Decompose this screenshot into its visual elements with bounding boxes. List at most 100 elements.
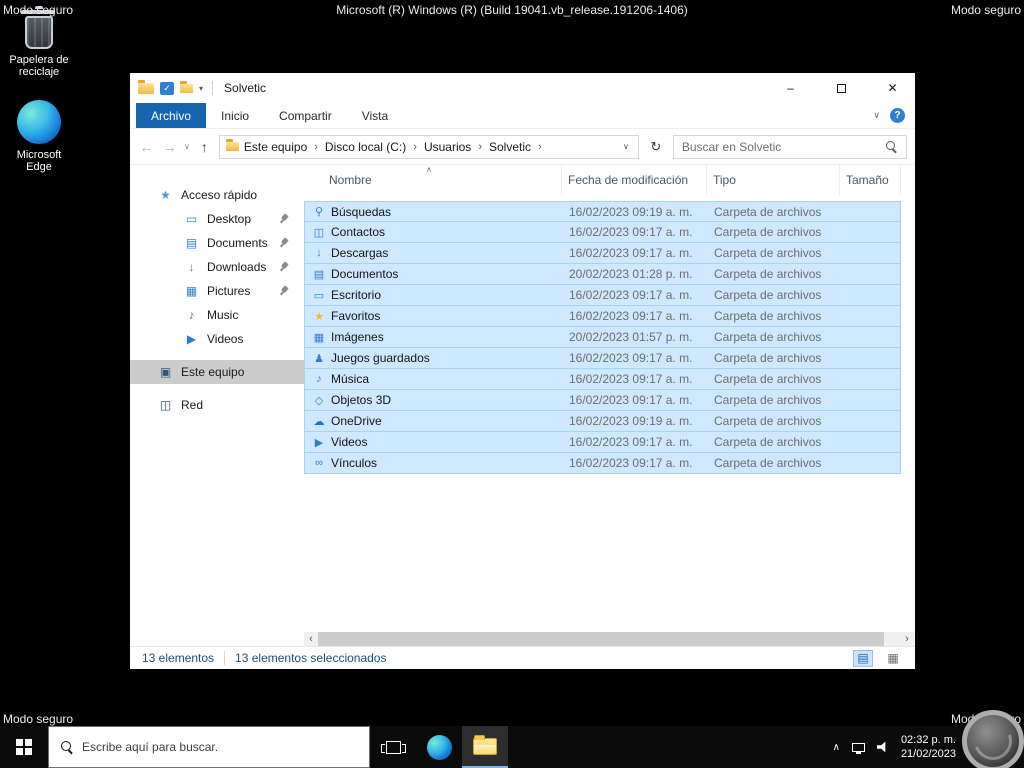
- address-bar[interactable]: Este equipo › Disco local (C:) › Usuarios › So…: [218, 134, 639, 159]
- breadcrumb-segment[interactable]: Disco local (C:): [320, 140, 411, 154]
- column-header-nombre[interactable]: Nombre: [304, 165, 562, 195]
- task-view-button[interactable]: [370, 726, 416, 768]
- search-box[interactable]: [672, 134, 907, 159]
- tab-vista[interactable]: Vista: [347, 103, 403, 128]
- sidebar-item-documents[interactable]: ▤ Documents: [130, 231, 304, 255]
- start-button[interactable]: [0, 726, 48, 768]
- sidebar-item-red[interactable]: ◫ Red: [130, 393, 304, 417]
- address-dropdown-icon[interactable]: ∨: [620, 142, 632, 151]
- tab-archivo[interactable]: Archivo: [136, 103, 207, 128]
- tab-inicio[interactable]: Inicio: [206, 103, 264, 128]
- breadcrumb-segment[interactable]: Solvetic: [484, 140, 536, 154]
- searches-folder-icon: ⚲: [314, 206, 324, 218]
- music-folder-icon: ♪: [188, 308, 195, 322]
- file-type: Carpeta de archivos: [714, 309, 822, 323]
- file-row[interactable]: ↓ Descargas 16/02/2023 09:17 a. m. Carpeta …: [304, 243, 901, 264]
- sidebar-item-label: Music: [207, 308, 239, 322]
- up-button[interactable]: ↑: [196, 139, 213, 155]
- tab-compartir[interactable]: Compartir: [264, 103, 347, 128]
- expand-ribbon-icon[interactable]: ∨: [873, 110, 880, 121]
- taskbar-edge-button[interactable]: [416, 726, 462, 768]
- column-header-tipo[interactable]: Tipo: [707, 165, 840, 195]
- sidebar-item-este-equipo[interactable]: ▣ Este equipo: [130, 360, 304, 384]
- file-row[interactable]: ▦ Imágenes 20/02/2023 01:57 p. m. Carpeta d…: [304, 327, 901, 348]
- back-button[interactable]: ←: [138, 139, 155, 155]
- scrollbar-thumb[interactable]: [318, 632, 884, 646]
- sidebar-item-label: Pictures: [207, 284, 251, 298]
- file-row[interactable]: ☁ OneDrive 16/02/2023 09:19 a. m. Carpeta d…: [304, 411, 901, 432]
- edge-icon: [426, 734, 452, 760]
- file-name: Documentos: [331, 267, 399, 281]
- sidebar-item-label: Desktop: [207, 212, 252, 226]
- file-modified: 20/02/2023 01:28 p. m.: [569, 267, 693, 281]
- forward-button[interactable]: →: [161, 139, 178, 155]
- file-row[interactable]: ♪ Música 16/02/2023 09:17 a. m. Carpeta de …: [304, 369, 901, 390]
- file-row[interactable]: ◇ Objetos 3D 16/02/2023 09:17 a. m. Carpeta…: [304, 390, 901, 411]
- taskbar-search-input[interactable]: [82, 740, 357, 754]
- large-icons-view-button[interactable]: ▦: [883, 650, 903, 667]
- close-button[interactable]: ✕: [870, 73, 915, 103]
- file-row[interactable]: ★ Favoritos 16/02/2023 09:17 a. m. Carpeta …: [304, 306, 901, 327]
- scrollbar-track[interactable]: [318, 632, 900, 646]
- file-name: Juegos guardados: [331, 351, 430, 365]
- sidebar-item-downloads[interactable]: ↓ Downloads: [130, 255, 304, 279]
- volume-icon[interactable]: [876, 741, 886, 753]
- history-dropdown-icon[interactable]: ∨: [184, 142, 190, 151]
- navigation-bar: ← → ∨ ↑ Este equipo › Disco local (C:) › Usu…: [130, 129, 915, 165]
- show-hidden-icons-chevron[interactable]: ∧: [833, 742, 840, 753]
- quick-access-dropdown-icon[interactable]: ▾: [199, 84, 203, 93]
- address-folder-icon: [225, 139, 239, 151]
- desktop-icon-label: Papelera de reciclaje: [9, 54, 69, 78]
- file-type: Carpeta de archivos: [714, 330, 822, 344]
- taskbar-search[interactable]: [48, 726, 370, 768]
- column-headers: Nombre Fecha de modificación Tipo Tamaño: [304, 165, 915, 195]
- 3d-objects-folder-icon: ◇: [314, 394, 324, 407]
- file-name: Contactos: [331, 225, 386, 239]
- desktop-icon-microsoft-edge[interactable]: Microsoft Edge: [3, 100, 75, 173]
- ribbon-tabs: Archivo Inicio Compartir Vista: [136, 103, 403, 128]
- search-input[interactable]: [681, 139, 880, 154]
- file-row[interactable]: ♟ Juegos guardados 16/02/2023 09:17 a. m. C…: [304, 348, 901, 369]
- sidebar-item-music[interactable]: ♪ Music: [130, 303, 304, 327]
- sidebar-item-pictures[interactable]: ▦ Pictures: [130, 279, 304, 303]
- breadcrumb-segment[interactable]: Usuarios: [419, 140, 476, 154]
- item-count: 13 elementos: [142, 651, 215, 665]
- horizontal-scrollbar[interactable]: ‹ ›: [304, 632, 914, 646]
- breadcrumb-segment[interactable]: Este equipo: [239, 140, 312, 154]
- onedrive-folder-icon: ☁: [313, 415, 325, 428]
- file-row[interactable]: ▶ Videos 16/02/2023 09:17 a. m. Carpeta de …: [304, 432, 901, 453]
- breadcrumb-chevron-icon[interactable]: ›: [476, 141, 484, 153]
- network-tray-icon[interactable]: [851, 742, 865, 754]
- sidebar-item-desktop[interactable]: ▭ Desktop: [130, 207, 304, 231]
- file-row[interactable]: ◫ Contactos 16/02/2023 09:17 a. m. Carpeta …: [304, 222, 901, 243]
- breadcrumb-chevron-icon[interactable]: ›: [312, 141, 320, 153]
- sidebar-item-videos[interactable]: ▶ Videos: [130, 327, 304, 351]
- column-header-fecha-de-modificación[interactable]: Fecha de modificación: [562, 165, 707, 195]
- file-row[interactable]: ▭ Escritorio 16/02/2023 09:17 a. m. Carpeta…: [304, 285, 901, 306]
- taskbar-explorer-button[interactable]: [462, 726, 508, 768]
- maximize-button[interactable]: [819, 73, 864, 103]
- sort-ascending-icon[interactable]: ∧: [426, 165, 432, 174]
- sidebar-item-acceso-rápido[interactable]: ★ Acceso rápido: [130, 183, 304, 207]
- help-icon[interactable]: ?: [890, 108, 905, 123]
- minimize-button[interactable]: –: [768, 73, 813, 103]
- title-bar[interactable]: ✓ ▾ Solvetic – ✕: [130, 73, 915, 103]
- file-row[interactable]: ▤ Documentos 20/02/2023 01:28 p. m. Carpeta…: [304, 264, 901, 285]
- quick-access-properties-icon[interactable]: ✓: [160, 81, 174, 95]
- desktop: Modo seguro Modo seguro Microsoft (R) Wi…: [0, 0, 1024, 768]
- breadcrumb-chevron-icon[interactable]: ›: [536, 141, 544, 153]
- file-type: Carpeta de archivos: [714, 204, 822, 219]
- breadcrumb-chevron-icon[interactable]: ›: [411, 141, 419, 153]
- details-view-button[interactable]: ▤: [853, 649, 873, 667]
- file-row[interactable]: ∞ Vínculos 16/02/2023 09:17 a. m. Carpeta d…: [304, 453, 901, 474]
- scroll-right-icon[interactable]: ›: [900, 632, 914, 646]
- desktop-icon-recycle-bin[interactable]: Papelera de reciclaje: [3, 6, 75, 78]
- column-header-tamaño[interactable]: Tamaño: [840, 165, 901, 195]
- file-row[interactable]: ⚲ Búsquedas 16/02/2023 09:19 a. m. Carpeta …: [304, 201, 901, 222]
- refresh-button[interactable]: ↻: [645, 139, 667, 155]
- file-pane: ∧ Nombre Fecha de modificación Tipo Tamaño …: [304, 165, 915, 646]
- ribbon-right-controls: ∨ ?: [873, 103, 905, 128]
- quick-access-new-folder-icon[interactable]: [180, 80, 193, 93]
- this-pc-icon: ▣: [159, 365, 172, 379]
- scroll-left-icon[interactable]: ‹: [304, 632, 318, 646]
